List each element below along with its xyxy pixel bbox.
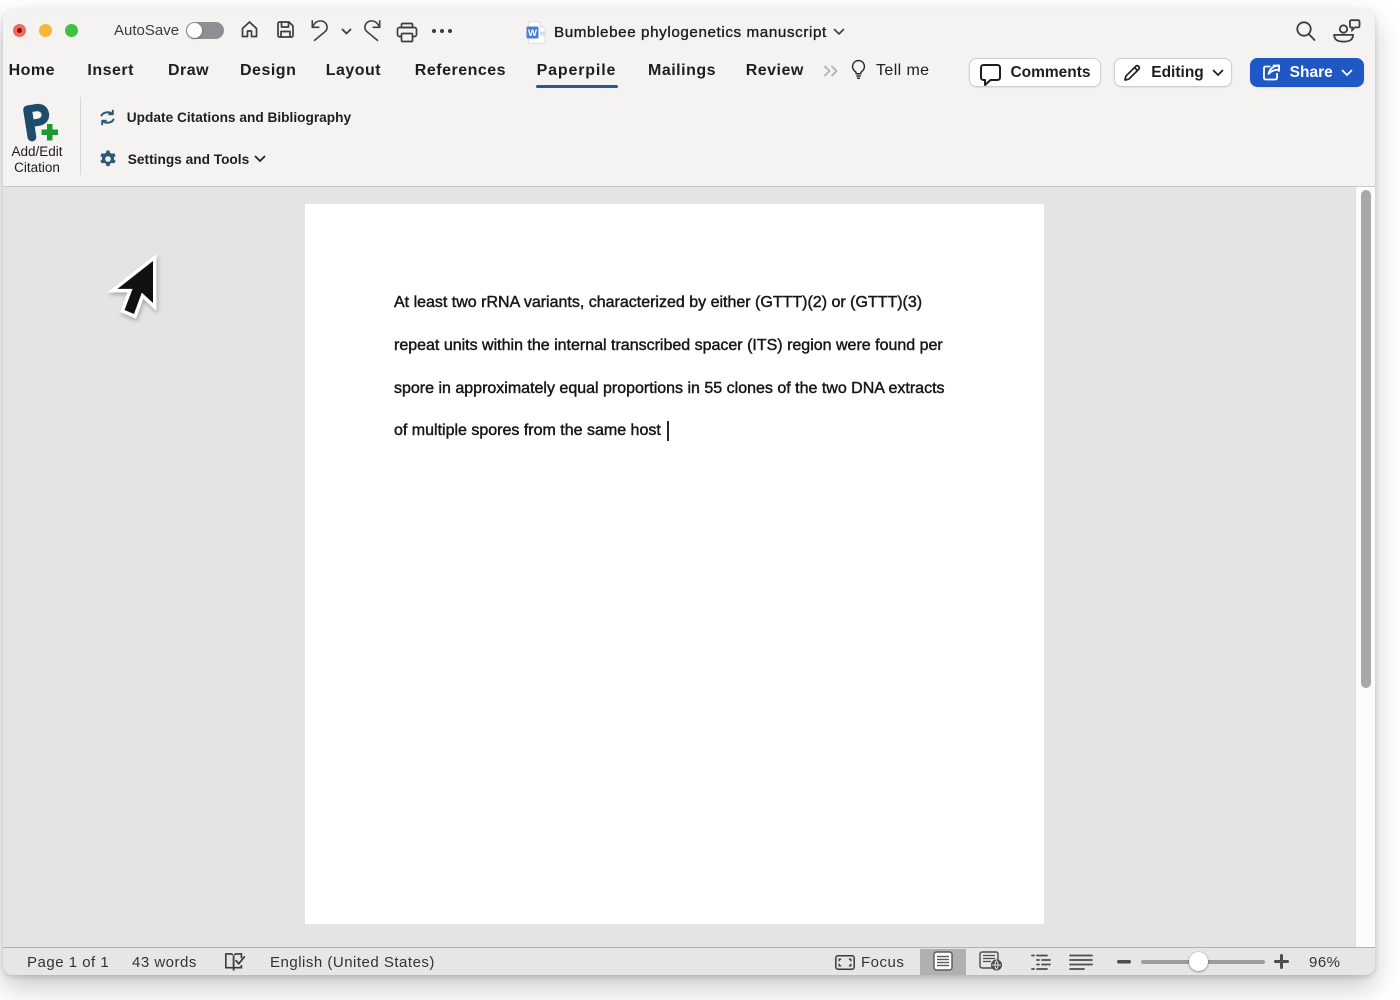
svg-text:W: W (528, 27, 537, 38)
